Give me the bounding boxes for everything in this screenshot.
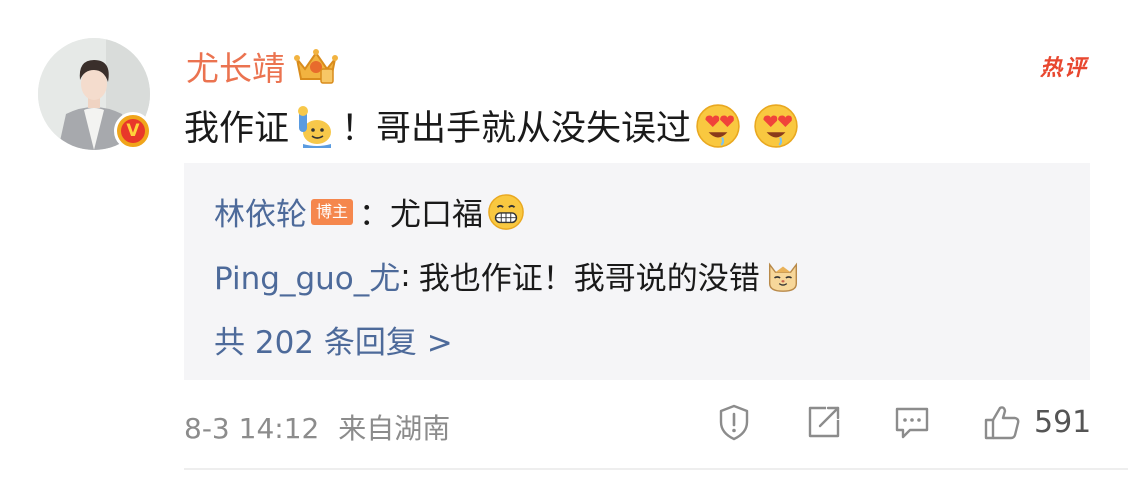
hot-comment-tag: 热评 <box>1039 56 1088 81</box>
like-count: 591 <box>1034 404 1092 440</box>
verified-v-icon: V <box>121 119 145 143</box>
avatar[interactable]: V <box>38 38 152 150</box>
comment-body: 我作证 ！哥出手就从没失误过 <box>184 100 803 151</box>
comment-timestamp: 8-3 14:12 <box>184 412 320 445</box>
reply-text: 尤口福 <box>390 197 484 233</box>
reply-author[interactable]: Ping_guo_尤 <box>214 253 400 298</box>
comment-icon <box>895 407 929 439</box>
reply-author[interactable]: 林依轮 <box>214 189 307 234</box>
report-button[interactable] <box>714 402 754 442</box>
raising-hand-emoji <box>298 105 332 148</box>
heart-eyes-emoji <box>754 103 798 148</box>
comment-author[interactable]: 尤长靖 <box>186 42 339 90</box>
comment-button[interactable] <box>892 402 932 442</box>
reply-text: 我也作证！我哥说的没错 <box>418 261 760 297</box>
like-button[interactable]: 591 <box>982 402 1091 442</box>
grin-emoji <box>488 193 524 230</box>
reply-separator: : <box>400 257 411 294</box>
verified-badge: V <box>114 112 152 150</box>
share-icon <box>808 406 840 438</box>
comment-location: 来自湖南 <box>338 412 451 445</box>
crown-icon <box>294 49 338 84</box>
heart-eyes-emoji <box>696 103 740 148</box>
reply-item[interactable]: Ping_guo_尤 : 我也作证！我哥说的没错 <box>214 253 806 298</box>
reply-separator: ： <box>359 197 391 233</box>
blogger-tag: 博主 <box>311 198 354 225</box>
comment-meta: 8-3 14:12 来自湖南 <box>184 407 450 447</box>
cat-emoji <box>768 261 797 292</box>
share-button[interactable] <box>804 402 844 442</box>
comment-text-part2: ！哥出手就从没失误过 <box>341 109 692 149</box>
report-shield-icon <box>719 404 749 441</box>
username[interactable]: 尤长靖 <box>186 42 285 90</box>
divider <box>184 468 1128 470</box>
thumbs-up-icon <box>984 406 1020 440</box>
comment-text-part1: 我作证 <box>184 109 290 149</box>
more-replies-link[interactable]: 共 202 条回复 > <box>214 317 453 362</box>
replies-box[interactable]: 林依轮 博主 ： 尤口福 Ping_guo_尤 : 我也作证！我哥说的没错 共 … <box>184 163 1090 380</box>
reply-item[interactable]: 林依轮 博主 ： 尤口福 <box>214 189 529 234</box>
